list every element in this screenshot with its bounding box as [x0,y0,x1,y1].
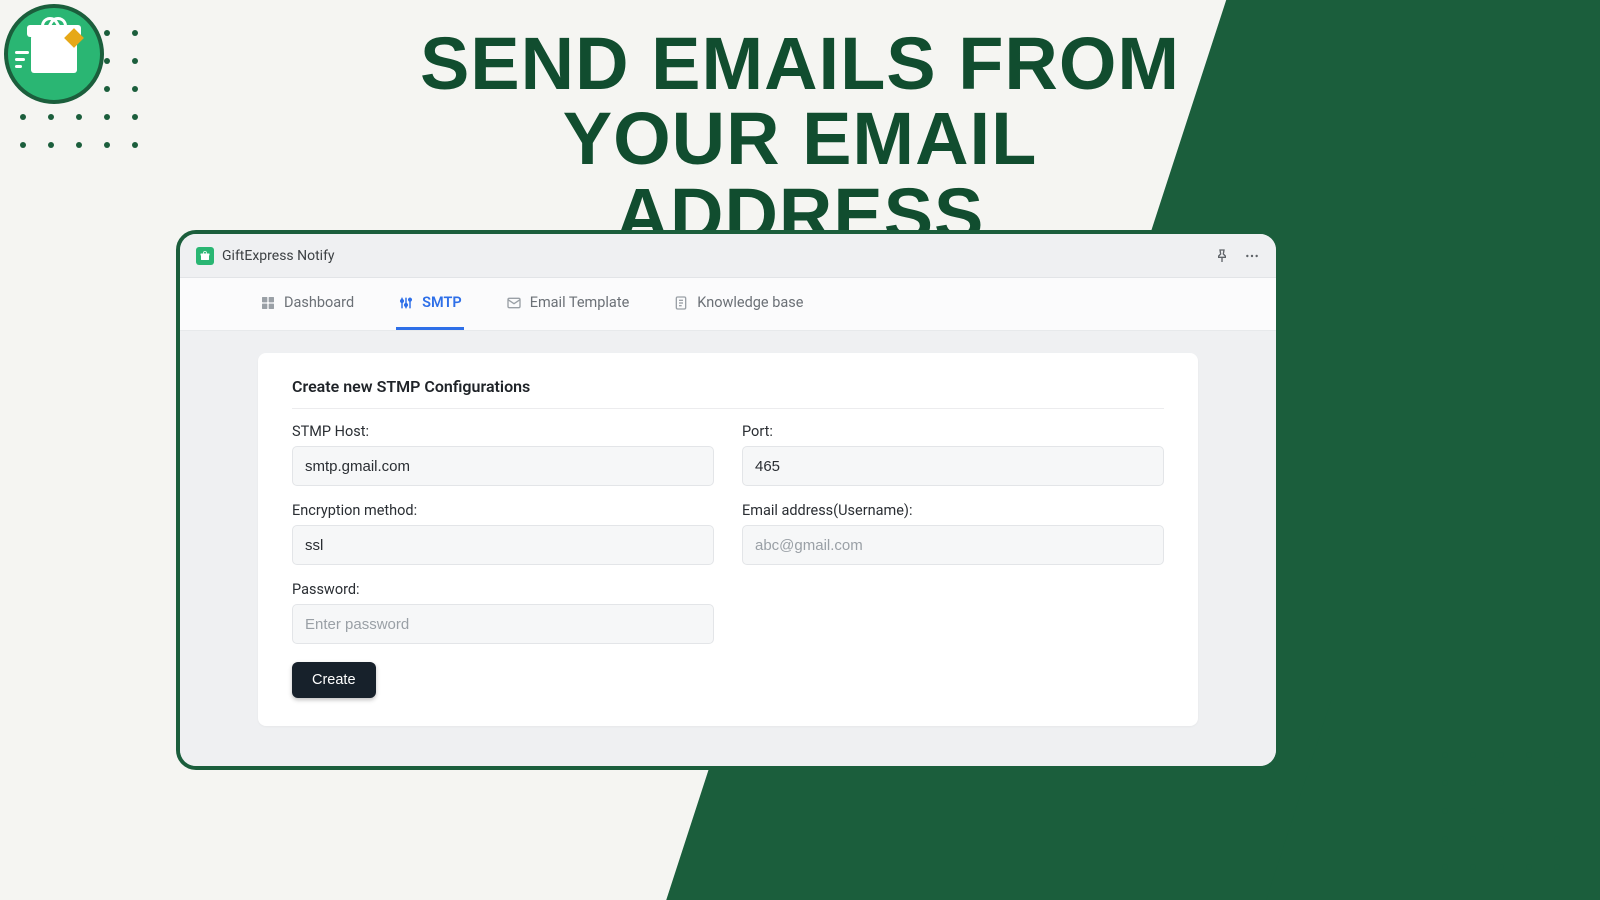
doc-icon [673,295,689,311]
field-port: Port: [742,423,1164,486]
mail-icon [506,295,522,311]
input-password[interactable] [292,604,714,644]
brand-logo [4,4,104,104]
app-window: GiftExpress Notify Dashboard SMTP [176,230,1280,770]
gift-icon [31,35,77,73]
input-smtp-host[interactable] [292,446,714,486]
label-encryption: Encryption method: [292,502,714,519]
titlebar: GiftExpress Notify [180,234,1276,278]
field-smtp-host: STMP Host: [292,423,714,486]
tab-bar: Dashboard SMTP Email Template Knowledge … [180,278,1276,331]
tab-dashboard[interactable]: Dashboard [258,278,356,330]
tab-label: Knowledge base [697,294,803,311]
dot-pattern-bottom-right [1442,752,1560,870]
field-encryption: Encryption method: [292,502,714,565]
sliders-icon [398,295,414,311]
create-button[interactable]: Create [292,662,376,698]
tab-label: SMTP [422,294,462,311]
field-email: Email address(Username): [742,502,1164,565]
content-area: Create new STMP Configurations STMP Host… [180,331,1276,767]
pin-icon[interactable] [1214,248,1230,264]
input-encryption[interactable] [292,525,714,565]
more-icon[interactable] [1244,248,1260,264]
grid-icon [260,295,276,311]
tab-smtp[interactable]: SMTP [396,278,464,330]
page-headline: SEND EMAILS FROM YOUR EMAIL ADDRESS [400,26,1200,252]
label-smtp-host: STMP Host: [292,423,714,440]
input-email[interactable] [742,525,1164,565]
tab-label: Dashboard [284,294,354,311]
app-logo-icon [196,247,214,265]
label-email: Email address(Username): [742,502,1164,519]
tab-knowledge-base[interactable]: Knowledge base [671,278,805,330]
input-port[interactable] [742,446,1164,486]
field-password: Password: [292,581,714,644]
app-title: GiftExpress Notify [222,248,335,264]
tab-email-template[interactable]: Email Template [504,278,632,330]
card-title: Create new STMP Configurations [292,377,1164,409]
label-port: Port: [742,423,1164,440]
smtp-config-card: Create new STMP Configurations STMP Host… [258,353,1198,726]
label-password: Password: [292,581,714,598]
tab-label: Email Template [530,294,630,311]
